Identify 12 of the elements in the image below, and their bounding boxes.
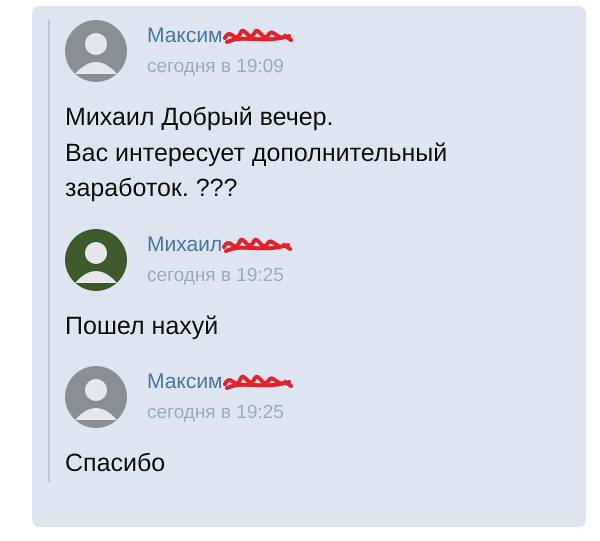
message-text: Пошел нахуй [65,310,220,342]
avatar[interactable] [65,20,127,82]
avatar[interactable] [65,366,127,428]
author-name[interactable]: Максим [147,370,222,394]
message-time: сегодня в 19:25 [147,402,285,424]
author-name[interactable]: Максим [147,24,222,48]
author-name[interactable]: Михаил [147,232,222,256]
message-time: сегодня в 19:09 [147,56,285,78]
message-time: сегодня в 19:25 [147,264,285,286]
message-text: Михаил Добрый вечер. Вас интересует дополнительный заработок. ??? [65,102,448,204]
message-text: Спасибо [65,448,166,479]
avatar[interactable] [65,228,127,290]
